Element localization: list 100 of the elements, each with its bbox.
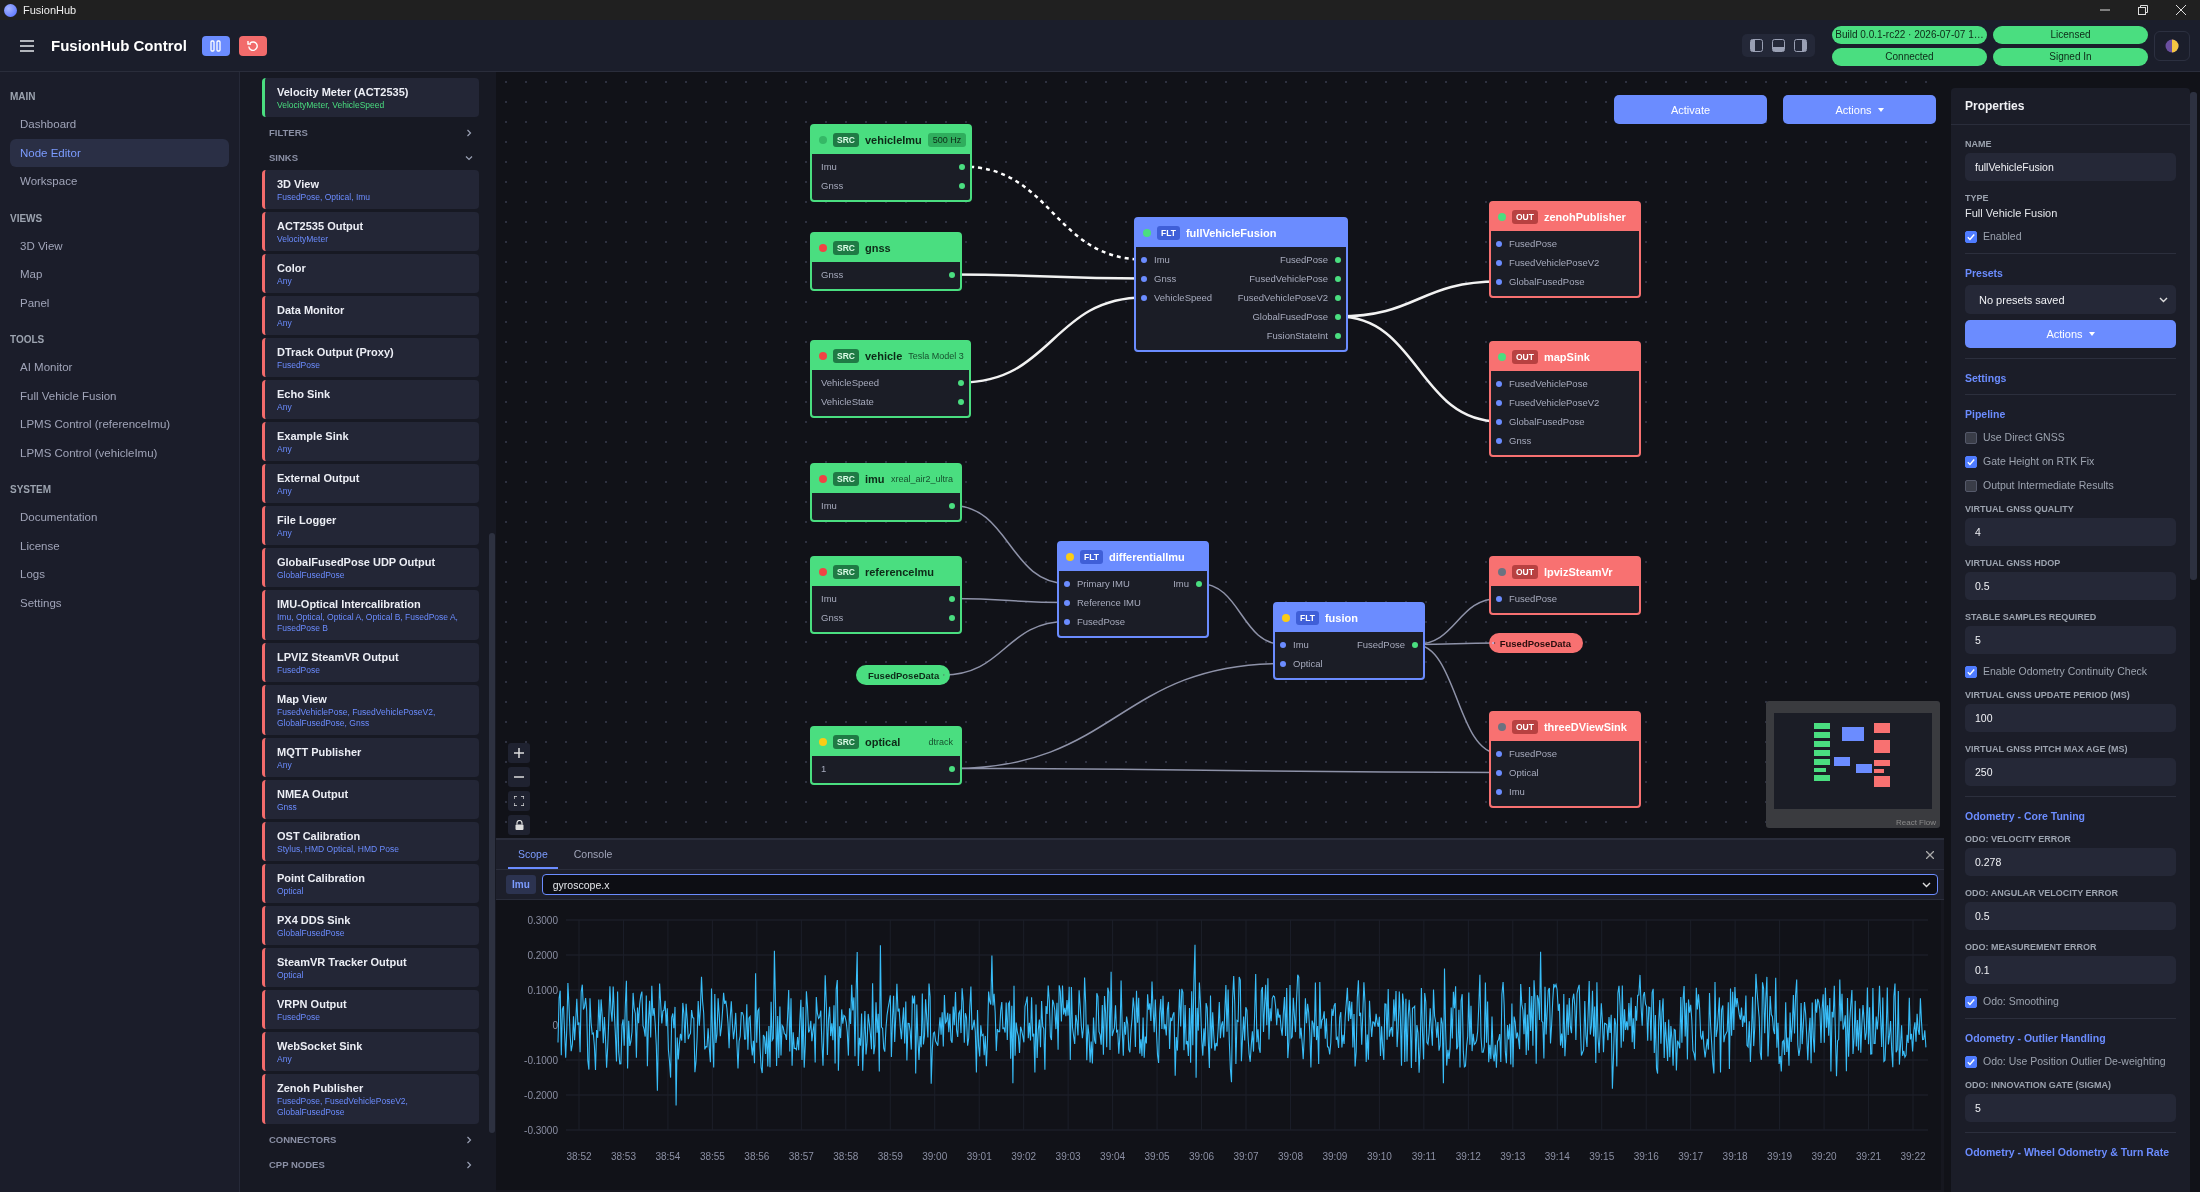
port-dot[interactable] (959, 163, 965, 170)
category-header[interactable]: SINKS (269, 152, 299, 163)
node-header[interactable]: SRC referenceImu (812, 558, 960, 586)
node-type-card[interactable]: Zenoh Publisher FusedPose, FusedVehiclePoseV2, GlobalFusedPose (262, 1074, 479, 1124)
menu-icon[interactable] (20, 39, 34, 52)
port-dot[interactable] (958, 379, 964, 386)
checkbox[interactable] (1965, 456, 1977, 468)
node-type-card[interactable]: DTrack Output (Proxy) FusedPose (262, 338, 479, 377)
nav-item[interactable]: Logs (10, 560, 229, 589)
port-dot[interactable] (1496, 240, 1502, 247)
nav-item[interactable]: Panel (10, 288, 229, 317)
node-type-card[interactable]: GlobalFusedPose UDP Output GlobalFusedPose (262, 548, 479, 587)
node-card[interactable]: FLT fusion Imu FusedPose Optical (1273, 602, 1425, 680)
node-card[interactable]: OUT zenohPublisher FusedPose FusedVehiclePoseV2 GlobalFusedPose (1489, 201, 1641, 298)
node-card[interactable]: SRC optical dtrack 1 (810, 726, 962, 785)
restore-icon[interactable] (2138, 5, 2148, 15)
nav-item[interactable]: 3D View (10, 231, 229, 260)
port-dot[interactable] (1141, 275, 1147, 282)
port-dot[interactable] (1280, 660, 1286, 667)
category-header[interactable]: CONNECTORS (269, 1134, 337, 1145)
port-dot[interactable] (1412, 641, 1418, 648)
input-field[interactable]: 100 (1965, 704, 2176, 732)
node-card[interactable]: SRC referenceImu Imu Gnss (810, 556, 962, 634)
node-header[interactable]: SRC optical dtrack (812, 728, 960, 756)
port-dot[interactable] (1141, 256, 1147, 263)
input-field[interactable]: 0.1 (1965, 956, 2176, 984)
node-type-card[interactable]: Data Monitor Any (262, 296, 479, 335)
node-type-card[interactable]: Velocity Meter (ACT2535) VelocityMeter, VehicleSpeed (262, 78, 479, 117)
nav-item[interactable]: Full Vehicle Fusion (10, 381, 229, 410)
input-field[interactable]: 250 (1965, 758, 2176, 786)
scrollbar[interactable] (489, 533, 495, 1133)
node-card[interactable]: SRC vehicle Tesla Model 3 VehicleSpeed VehicleState (810, 340, 971, 418)
port-dot[interactable] (1064, 618, 1070, 625)
pause-button[interactable] (201, 35, 230, 56)
node-card[interactable]: FLT differentialImu Primary IMU Imu Reference IMU FusedPose (1057, 541, 1209, 638)
right-panel-icon[interactable] (1794, 39, 1807, 52)
channel-dropdown[interactable]: gyroscope.x (541, 874, 1938, 895)
port-dot[interactable] (1335, 313, 1341, 320)
node-card[interactable]: OUT threeDViewSink FusedPose Optical Imu (1489, 711, 1641, 808)
nav-item[interactable]: Dashboard (10, 110, 229, 139)
zoom-in-button[interactable] (508, 743, 530, 763)
node-type-card[interactable]: Example Sink Any (262, 422, 479, 461)
node-type-card[interactable]: LPVIZ SteamVR Output FusedPose (262, 643, 479, 682)
checkbox[interactable] (1965, 996, 1977, 1008)
category-header[interactable]: CPP NODES (269, 1159, 325, 1170)
nav-item[interactable]: Settings (10, 588, 229, 617)
port-dot[interactable] (949, 765, 955, 772)
node-header[interactable]: SRC gnss (812, 234, 960, 262)
port-dot[interactable] (1335, 275, 1341, 282)
node-header[interactable]: OUT threeDViewSink (1491, 713, 1639, 741)
close-icon[interactable] (1926, 850, 1934, 859)
output-pill[interactable]: FusedPoseData (1489, 633, 1583, 653)
port-dot[interactable] (1496, 380, 1502, 387)
checkbox[interactable] (1965, 231, 1977, 243)
node-type-card[interactable]: PX4 DDS Sink GlobalFusedPose (262, 906, 479, 945)
port-dot[interactable] (1496, 259, 1502, 266)
port-dot[interactable] (1496, 595, 1502, 602)
input-field[interactable]: 0.5 (1965, 572, 2176, 600)
port-dot[interactable] (1496, 769, 1502, 776)
panel-tab[interactable]: Console (563, 840, 623, 869)
chevron-right-icon[interactable] (465, 1135, 473, 1144)
chevron-down-icon[interactable] (465, 153, 473, 162)
input-field[interactable]: 4 (1965, 518, 2176, 546)
node-type-card[interactable]: Echo Sink Any (262, 380, 479, 419)
node-header[interactable]: FLT differentialImu (1059, 543, 1207, 571)
node-type-card[interactable]: 3D View FusedPose, Optical, Imu (262, 170, 479, 209)
theme-toggle[interactable] (2154, 30, 2190, 61)
node-header[interactable]: FLT fullVehicleFusion (1136, 219, 1346, 247)
port-dot[interactable] (1064, 580, 1070, 587)
node-header[interactable]: SRC vehicleImu 500 Hz (812, 126, 970, 154)
fit-view-button[interactable] (508, 791, 530, 811)
node-type-card[interactable]: VRPN Output FusedPose (262, 990, 479, 1029)
node-card[interactable]: OUT lpvizSteamVr FusedPose (1489, 556, 1641, 615)
port-dot[interactable] (949, 595, 955, 602)
node-type-card[interactable]: MQTT Publisher Any (262, 738, 479, 777)
port-dot[interactable] (1335, 256, 1341, 263)
port-dot[interactable] (1496, 278, 1502, 285)
node-type-card[interactable]: WebSocket Sink Any (262, 1032, 479, 1071)
port-dot[interactable] (1496, 399, 1502, 406)
input-field[interactable]: 0.278 (1965, 848, 2176, 876)
node-type-card[interactable]: Point Calibration Optical (262, 864, 479, 903)
port-dot[interactable] (959, 182, 965, 189)
port-dot[interactable] (958, 398, 964, 405)
node-header[interactable]: OUT lpvizSteamVr (1491, 558, 1639, 586)
nav-item[interactable]: LPMS Control (referenceImu) (10, 410, 229, 439)
port-dot[interactable] (1496, 437, 1502, 444)
reset-button[interactable] (238, 35, 267, 56)
chevron-right-icon[interactable] (465, 1160, 473, 1169)
zoom-out-button[interactable] (508, 767, 530, 787)
port-dot[interactable] (1141, 294, 1147, 301)
port-dot[interactable] (1064, 599, 1070, 606)
port-dot[interactable] (1280, 641, 1286, 648)
port-dot[interactable] (1335, 294, 1341, 301)
node-type-card[interactable]: External Output Any (262, 464, 479, 503)
checkbox[interactable] (1965, 666, 1977, 678)
port-dot[interactable] (1496, 750, 1502, 757)
category-header[interactable]: FILTERS (269, 127, 308, 138)
left-panel-icon[interactable] (1750, 39, 1763, 52)
handle-icon[interactable] (1492, 639, 1496, 647)
input-field[interactable]: 5 (1965, 1094, 2176, 1122)
